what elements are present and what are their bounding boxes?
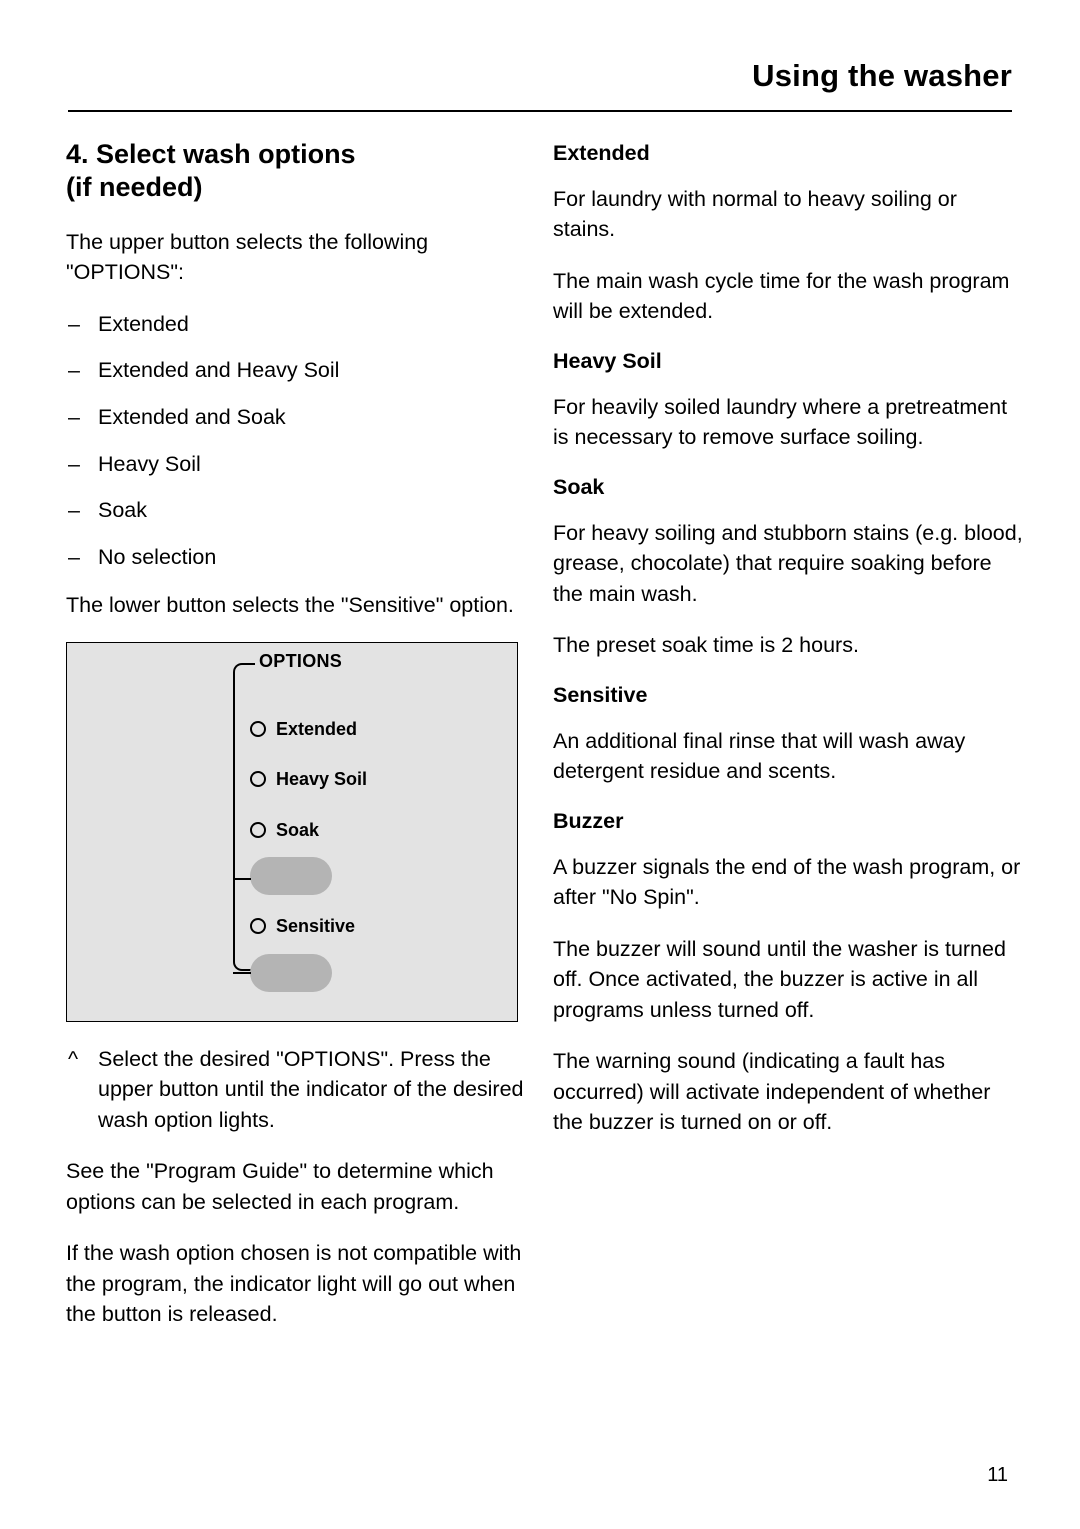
list-item: – Soak [66, 495, 526, 526]
dash-bullet: – [68, 451, 80, 476]
list-item: – Extended and Soak [66, 402, 526, 433]
page-number: 11 [987, 1464, 1008, 1486]
dash-bullet: – [68, 498, 80, 523]
extended-paragraph-1: For laundry with normal to heavy soiling… [553, 186, 957, 242]
sensitive-paragraph-1: An additional final rinse that will wash… [553, 728, 966, 784]
buzzer-paragraph-2: The buzzer will sound until the washer i… [553, 936, 1006, 1022]
dash-bullet: – [68, 405, 80, 429]
list-item-label: Soak [98, 498, 148, 523]
heading-soak: Soak [553, 474, 605, 499]
bracket-tick-upper [233, 877, 251, 880]
bracket-tick-lower [233, 971, 251, 974]
header-divider [68, 110, 1012, 112]
page-header-title: Using the washer [752, 58, 1012, 93]
indicator-light-icon [250, 918, 266, 935]
control-panel-illustration: OPTIONS Extended Heavy Soil Soak Sensiti… [66, 641, 518, 1022]
instruction-note: ^ Select the desired "OPTIONS". Press th… [66, 1044, 526, 1136]
list-item: – Heavy Soil [66, 449, 526, 480]
left-column: 4. Select wash options (if needed) The u… [66, 138, 526, 1351]
list-item: – No selection [66, 542, 526, 573]
intro-paragraph: The upper button selects the following "… [66, 229, 429, 285]
list-item-label: Extended and Heavy Soil [98, 358, 340, 383]
extended-paragraph-2: The main wash cycle time for the wash pr… [553, 268, 1010, 324]
list-item: – Extended [66, 309, 526, 340]
dash-bullet: – [68, 544, 80, 569]
incompatible-option-paragraph: If the wash option chosen is not compati… [66, 1241, 522, 1327]
indicator-row-extended: Extended [250, 719, 357, 740]
indicator-light-icon [250, 822, 266, 839]
heading-buzzer: Buzzer [553, 808, 624, 833]
indicator-label: Soak [276, 819, 320, 840]
options-list: – Extended – Extended and Heavy Soil – Exte… [66, 309, 526, 572]
lower-button-paragraph: The lower button selects the "Sensitive"… [66, 593, 514, 618]
heading-extended: Extended [553, 141, 650, 165]
section-title-line2: (if needed) [66, 172, 203, 203]
heading-heavy-soil: Heavy Soil [553, 349, 662, 373]
indicator-label: Sensitive [276, 915, 356, 936]
list-item-label: Heavy Soil [98, 451, 201, 476]
dash-bullet: – [68, 311, 80, 336]
caret-icon: ^ [68, 1046, 79, 1071]
soak-paragraph-1: For heavy soiling and stubborn stains (e… [553, 520, 1023, 606]
dash-bullet: – [68, 358, 80, 383]
heading-sensitive: Sensitive [553, 682, 648, 707]
list-item-label: Extended [98, 311, 189, 336]
instruction-note-text: Select the desired "OPTIONS". Press the … [98, 1046, 524, 1132]
indicator-row-sensitive: Sensitive [250, 916, 355, 937]
indicator-label: Heavy Soil [276, 768, 368, 789]
program-guide-paragraph: See the "Program Guide" to determine whi… [66, 1159, 494, 1214]
indicator-row-soak: Soak [250, 820, 319, 841]
section-title-line1: 4. Select wash options [66, 139, 356, 169]
list-item-label: No selection [98, 544, 217, 569]
indicator-row-heavy-soil: Heavy Soil [250, 769, 367, 790]
buzzer-paragraph-1: A buzzer signals the end of the wash pro… [553, 854, 1021, 910]
indicator-light-icon [250, 721, 266, 738]
list-item-label: Extended and Soak [98, 405, 286, 429]
buzzer-paragraph-3: The warning sound (indicating a fault ha… [553, 1049, 991, 1135]
soak-paragraph-2: The preset soak time is 2 hours. [553, 633, 859, 658]
indicator-light-icon [250, 771, 266, 788]
heavy-soil-paragraph-1: For heavily soiled laundry where a pretr… [553, 394, 1008, 450]
indicator-label: Extended [276, 718, 358, 739]
options-group-label: OPTIONS [255, 650, 347, 672]
section-title: 4. Select wash options (if needed) [66, 138, 526, 205]
right-column: Extended For laundry with normal to heav… [553, 140, 1023, 1159]
lower-sensitive-button[interactable] [250, 953, 332, 992]
upper-options-button[interactable] [250, 856, 332, 895]
list-item: – Extended and Heavy Soil [66, 355, 526, 386]
document-page: Using the washer 4. Select wash options … [0, 0, 1080, 1529]
